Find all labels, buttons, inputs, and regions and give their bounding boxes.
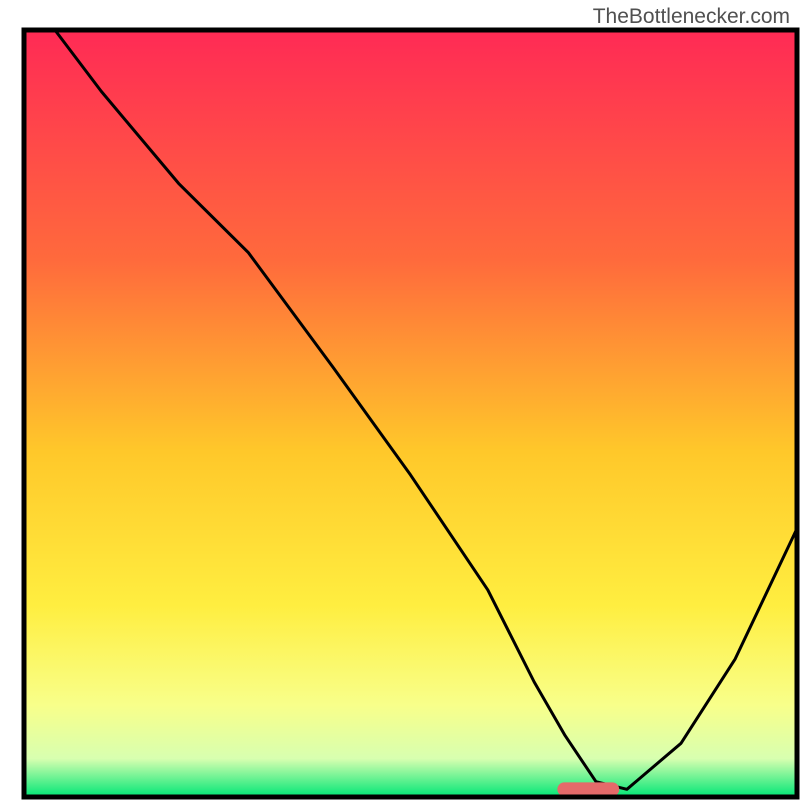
- bottleneck-chart: TheBottlenecker.com: [0, 0, 800, 800]
- watermark-text: TheBottlenecker.com: [593, 5, 790, 29]
- chart-svg: [0, 0, 800, 800]
- chart-background-gradient: [24, 30, 797, 797]
- optimal-range-marker: [557, 782, 619, 796]
